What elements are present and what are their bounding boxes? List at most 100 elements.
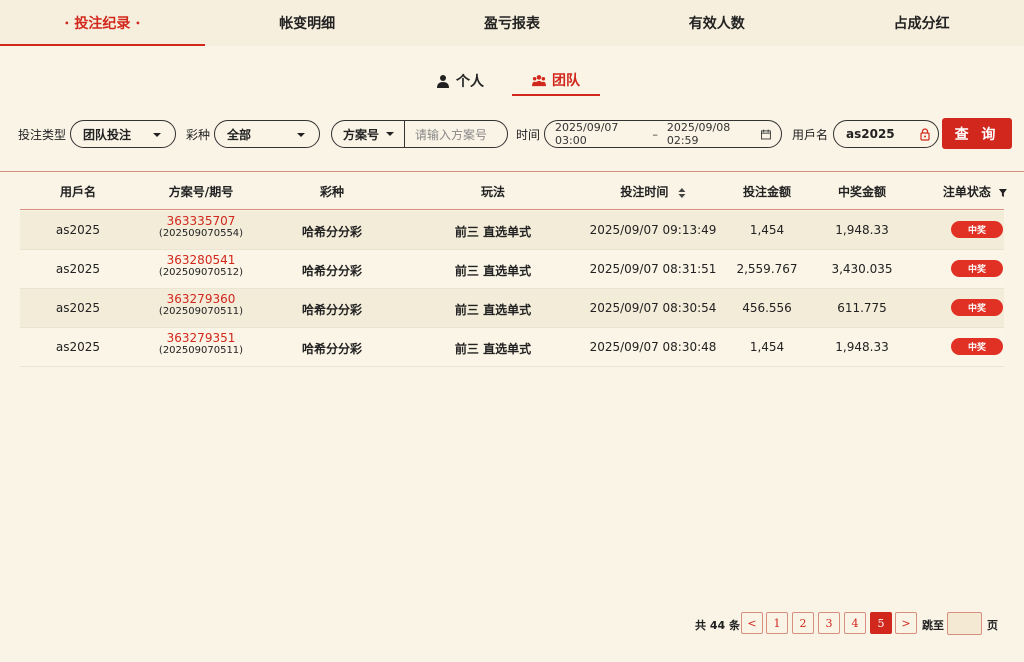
table-row: as2025 363335707 (202509070554) 哈希分分彩 前三… xyxy=(20,211,1004,250)
date-start: 2025/09/07 03:00 xyxy=(555,121,619,147)
tab-label: 占成分红 xyxy=(893,16,950,32)
tab-label: 盈亏报表 xyxy=(483,16,540,32)
header-bet-amount: 投注金额 xyxy=(742,185,792,199)
cell-bet-time: 2025/09/07 08:30:54 xyxy=(589,301,717,315)
header-status[interactable]: 注单状态 xyxy=(943,183,1008,200)
header-username: 用戶名 xyxy=(59,185,97,199)
plan-number-link[interactable]: 363335707 xyxy=(159,214,243,228)
plan-number-link[interactable]: 363279360 xyxy=(159,292,243,306)
dot-icon: • xyxy=(135,18,141,28)
calendar-icon xyxy=(761,129,772,139)
page-button-3[interactable]: 3 xyxy=(818,612,840,634)
plan-number-link[interactable]: 363279351 xyxy=(159,331,243,345)
lottery-select[interactable]: 全部 xyxy=(214,120,320,148)
cell-win-amount: 611.775 xyxy=(837,301,887,315)
subtab-label: 个人 xyxy=(456,74,484,90)
cell-bet-amount: 456.556 xyxy=(742,301,792,315)
header-play: 玩法 xyxy=(480,185,506,199)
plan-search-input[interactable]: 请输入方案号 xyxy=(404,121,507,147)
cell-play: 前三 直选单式 xyxy=(454,342,532,356)
tab-profit-report[interactable]: 盈亏报表 xyxy=(410,0,615,46)
username-input[interactable]: as2025 xyxy=(833,120,939,148)
plan-search-group: 方案号 请输入方案号 xyxy=(331,120,508,148)
cell-plan: 363280541 (202509070512) xyxy=(159,253,243,278)
person-icon xyxy=(437,75,449,88)
date-range-picker[interactable]: 2025/09/07 03:00 – 2025/09/08 02:59 xyxy=(544,120,782,148)
status-badge: 中奖 xyxy=(951,338,1003,355)
tab-label: 投注纪录 xyxy=(74,16,131,32)
header-lottery: 彩种 xyxy=(319,185,345,199)
date-end: 2025/09/08 02:59 xyxy=(666,121,731,147)
cell-play: 前三 直选单式 xyxy=(454,303,532,317)
issue-number: (202509070512) xyxy=(158,267,244,278)
total-count: 共 44 条 xyxy=(695,619,740,632)
plan-number-link[interactable]: 363280541 xyxy=(159,253,243,267)
header-bet-time-label: 投注时间 xyxy=(620,185,669,199)
cell-plan: 363279360 (202509070511) xyxy=(159,292,243,317)
cell-plan: 363279351 (202509070511) xyxy=(159,331,243,356)
tab-dividends[interactable]: 占成分红 xyxy=(819,0,1024,46)
status-badge: 中奖 xyxy=(951,221,1003,238)
subtab-personal[interactable]: 个人 xyxy=(424,66,496,96)
lottery-label: 彩种 xyxy=(186,128,211,142)
tab-label: 有效人数 xyxy=(688,16,745,32)
cell-bet-time: 2025/09/07 08:31:51 xyxy=(589,262,717,276)
filter-icon xyxy=(999,188,1008,197)
jump-page-input[interactable] xyxy=(947,612,982,635)
header-bet-time[interactable]: 投注时间 xyxy=(620,183,686,200)
cell-username: as2025 xyxy=(55,340,101,354)
cell-play: 前三 直选单式 xyxy=(454,264,532,278)
query-button[interactable]: 查 询 xyxy=(942,118,1012,149)
page-button-1[interactable]: 1 xyxy=(766,612,788,634)
page-button-5[interactable]: 5 xyxy=(870,612,892,634)
cell-username: as2025 xyxy=(55,262,101,276)
lottery-value: 全部 xyxy=(227,127,252,142)
cell-win-amount: 1,948.33 xyxy=(835,340,889,354)
table-row: as2025 363279360 (202509070511) 哈希分分彩 前三… xyxy=(20,289,1004,328)
tab-active-users[interactable]: 有效人数 xyxy=(614,0,819,46)
chevron-down-icon xyxy=(153,133,161,137)
table-row: as2025 363279351 (202509070511) 哈希分分彩 前三… xyxy=(20,328,1004,367)
header-plan: 方案号/期号 xyxy=(168,185,234,199)
cell-lottery: 哈希分分彩 xyxy=(301,225,363,239)
issue-number: (202509070511) xyxy=(158,345,244,356)
subtab-label: 团队 xyxy=(552,73,580,89)
status-badge: 中奖 xyxy=(951,260,1003,277)
dot-icon: • xyxy=(64,18,70,28)
cell-bet-amount: 2,559.767 xyxy=(736,262,798,276)
table-row: as2025 363280541 (202509070512) 哈希分分彩 前三… xyxy=(20,250,1004,289)
next-page-button[interactable]: > xyxy=(895,612,917,634)
top-tab-bar: • 投注纪录 • 帐变明细 盈亏报表 有效人数 占成分红 xyxy=(0,0,1024,46)
bet-type-value: 团队投注 xyxy=(83,127,132,142)
cell-play: 前三 直选单式 xyxy=(454,225,532,239)
plan-type-value: 方案号 xyxy=(343,127,380,142)
chevron-down-icon xyxy=(386,132,394,136)
time-label: 时间 xyxy=(516,128,541,142)
cell-win-amount: 3,430.035 xyxy=(831,262,893,276)
issue-number: (202509070554) xyxy=(158,228,244,239)
bet-type-select[interactable]: 团队投注 xyxy=(70,120,176,148)
plan-type-select[interactable]: 方案号 xyxy=(332,121,404,147)
tab-label: 帐变明细 xyxy=(279,16,336,32)
page-button-2[interactable]: 2 xyxy=(792,612,814,634)
cell-bet-amount: 1,454 xyxy=(749,223,785,237)
cell-win-amount: 1,948.33 xyxy=(835,223,889,237)
cell-lottery: 哈希分分彩 xyxy=(301,342,363,356)
header-win-amount: 中奖金额 xyxy=(837,185,887,199)
chevron-down-icon xyxy=(297,133,305,137)
cell-bet-amount: 1,454 xyxy=(749,340,785,354)
bet-type-label: 投注类型 xyxy=(18,128,67,142)
page-suffix: 页 xyxy=(987,619,998,632)
username-value: as2025 xyxy=(846,127,895,141)
prev-page-button[interactable]: < xyxy=(741,612,763,634)
tab-bet-records[interactable]: • 投注纪录 • xyxy=(0,0,205,46)
table-body: as2025 363335707 (202509070554) 哈希分分彩 前三… xyxy=(20,211,1004,367)
page-button-4[interactable]: 4 xyxy=(844,612,866,634)
cell-plan: 363335707 (202509070554) xyxy=(159,214,243,239)
tab-account-changes[interactable]: 帐变明细 xyxy=(205,0,410,46)
cell-username: as2025 xyxy=(55,223,101,237)
sort-icon xyxy=(678,187,686,198)
subtab-team[interactable]: 团队 xyxy=(512,66,600,96)
jump-label: 跳至 xyxy=(922,619,944,632)
cell-bet-time: 2025/09/07 08:30:48 xyxy=(589,340,717,354)
